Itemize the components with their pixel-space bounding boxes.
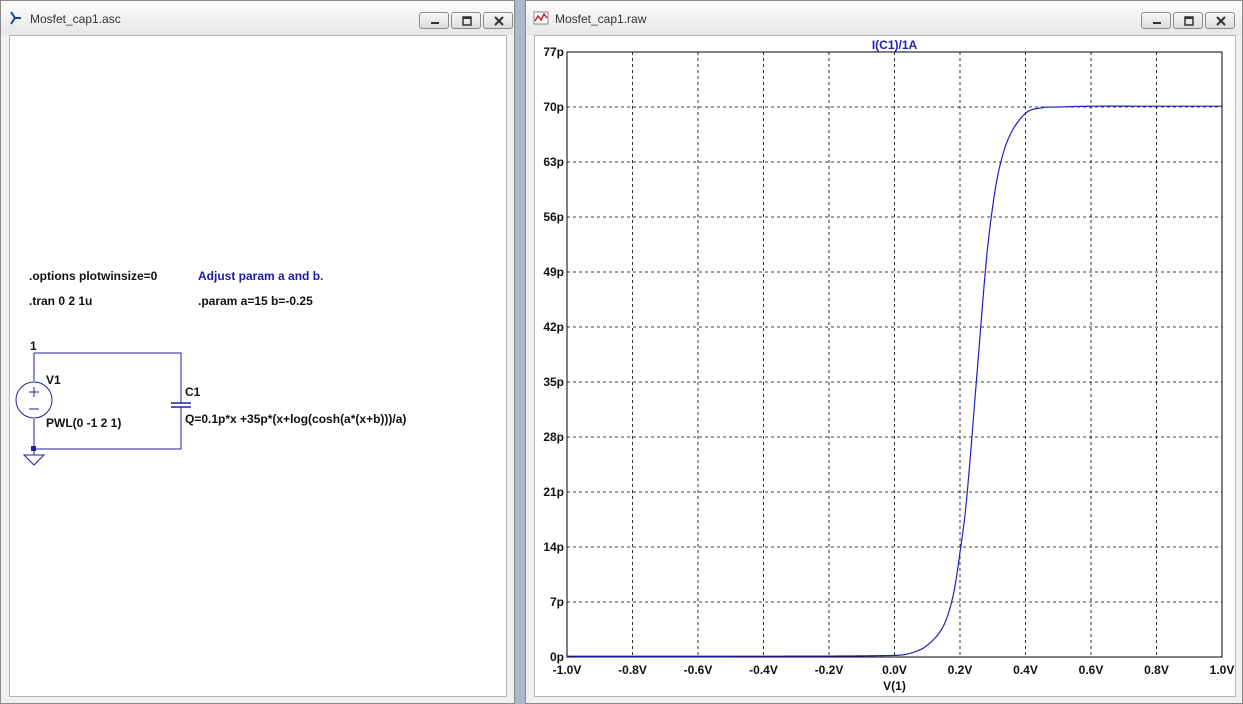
restore-button[interactable] [451,12,481,29]
waveform-window[interactable]: Mosfet_cap1.raw 0p 7p 14p 21p 28p 35p 42p 49p 56… [525,0,1243,704]
y-tick-label: 0p [550,650,564,664]
x-tick-label: 0.2V [948,663,973,677]
x-tick-label: -0.2V [815,663,844,677]
close-icon [1216,16,1226,26]
y-tick-label: 42p [543,320,564,334]
x-tick-label: 0.4V [1013,663,1038,677]
restore-icon [462,16,472,26]
x-tick-label: 0.6V [1079,663,1104,677]
wire-bottom [34,414,182,450]
schematic-circuit [15,352,191,466]
restore-button[interactable] [1173,12,1203,29]
schematic-titlebar[interactable]: Mosfet_cap1.asc [1,1,514,35]
y-tick-label: 70p [543,100,564,114]
schematic-window-title: Mosfet_cap1.asc [30,12,121,26]
y-tick-label: 63p [543,155,564,169]
x-tick-label: 0.0V [882,663,907,677]
minimize-button[interactable] [419,12,449,29]
capacitor-icon [171,394,191,414]
y-tick-label: 14p [543,540,564,554]
close-button[interactable] [1205,12,1235,29]
plot-pane[interactable]: 0p 7p 14p 21p 28p 35p 42p 49p 56p 63p 70p 77p -1.0V… [534,35,1236,697]
y-tick-label: 77p [543,45,564,59]
ground-icon [22,454,46,466]
y-tick-label: 21p [543,485,564,499]
restore-icon [1184,16,1194,26]
plot-grid [567,52,1222,657]
x-tick-label: -1.0V [553,663,582,677]
voltage-source-icon [15,381,53,419]
minimize-icon [1153,22,1161,24]
waveform-window-title: Mosfet_cap1.raw [555,12,647,26]
y-tick-label: 28p [543,430,564,444]
y-tick-labels: 0p 7p 14p 21p 28p 35p 42p 49p 56p 63p 70p 77p [543,45,564,664]
y-tick-label: 56p [543,210,564,224]
node-dot [31,446,36,451]
y-tick-label: 49p [543,265,564,279]
x-tick-label: -0.8V [618,663,647,677]
wire-top [34,352,182,394]
close-icon [494,16,504,26]
waveform-titlebar[interactable]: Mosfet_cap1.raw [526,1,1242,35]
close-button[interactable] [483,12,513,29]
plot-title[interactable]: I(C1)/1A [872,38,918,52]
waveform-plot[interactable]: 0p 7p 14p 21p 28p 35p 42p 49p 56p 63p 70p 77p -1.0V… [535,36,1235,696]
minimize-icon [431,22,439,24]
x-tick-label: 0.8V [1144,663,1169,677]
waveform-icon [533,11,549,25]
x-tick-labels: -1.0V -0.8V -0.6V -0.4V -0.2V 0.0V 0.2V 0.4V 0.6… [553,663,1235,677]
minimize-button[interactable] [1141,12,1171,29]
ltspice-schematic-icon [10,11,21,25]
x-tick-label: 1.0V [1210,663,1235,677]
trace-i-c1[interactable] [567,105,1222,657]
x-axis-label[interactable]: V(1) [883,679,906,693]
schematic-window[interactable]: Mosfet_cap1.asc .options plotwinsize=0 A… [0,0,515,704]
schematic-canvas[interactable]: .options plotwinsize=0 Adjust param a an… [9,35,507,697]
y-tick-label: 35p [543,375,564,389]
y-tick-label: 7p [550,595,564,609]
x-tick-label: -0.4V [749,663,778,677]
x-tick-label: -0.6V [684,663,713,677]
